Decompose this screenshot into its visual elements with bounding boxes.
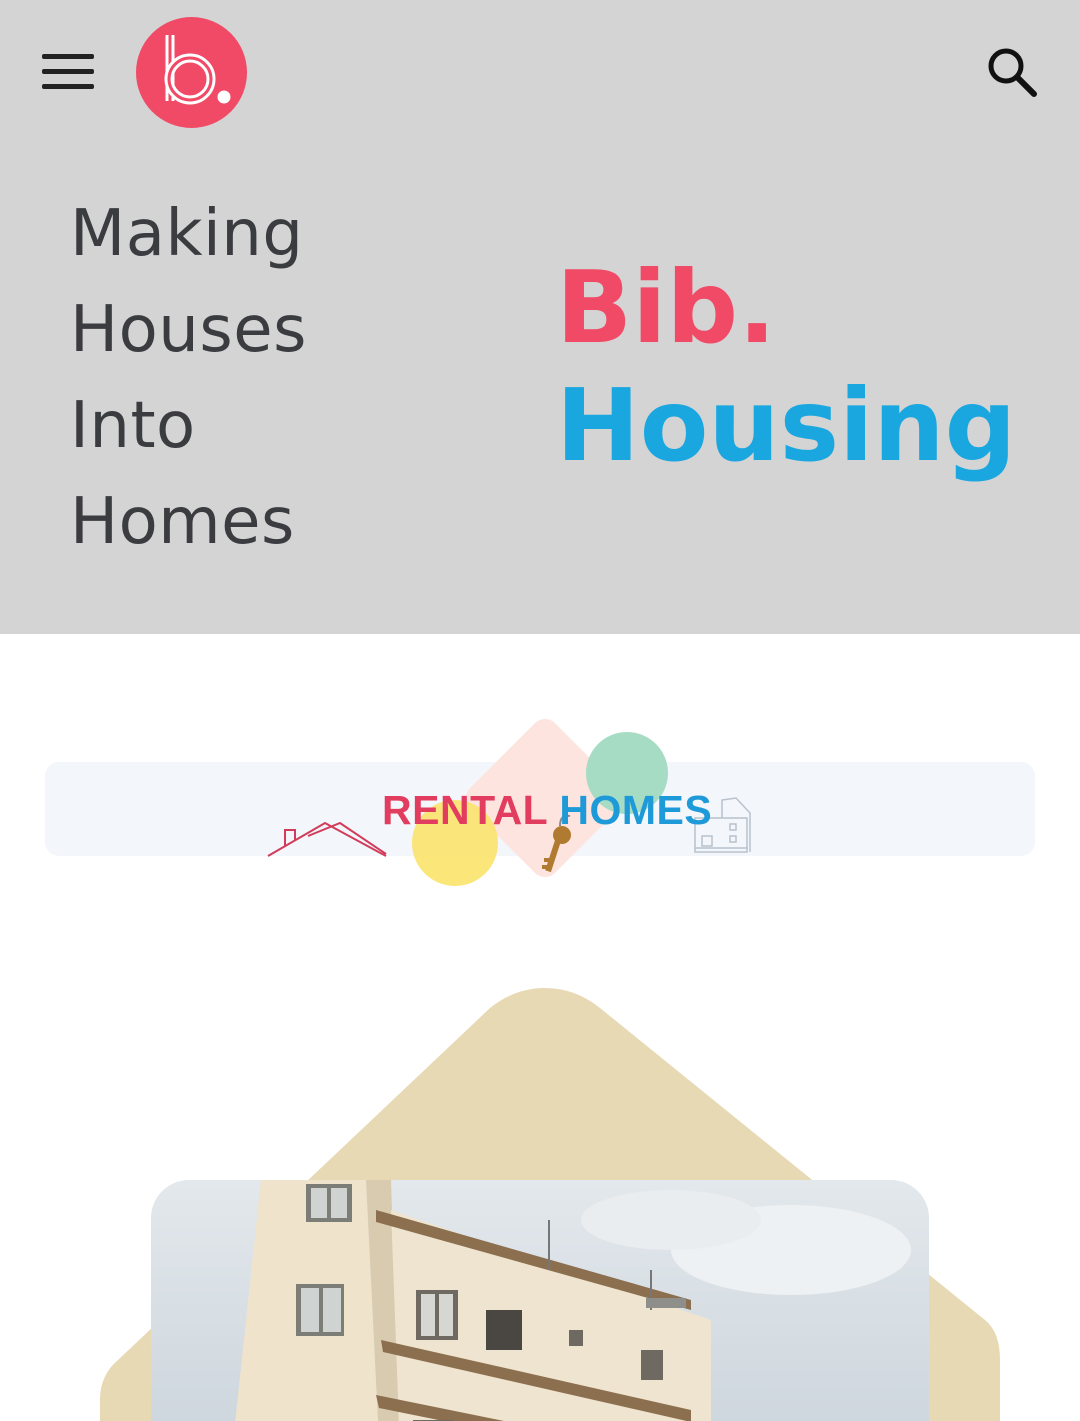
- hamburger-menu-icon[interactable]: [38, 50, 98, 94]
- hero-section: Making Houses Into Homes Bib. Housing: [0, 0, 1080, 634]
- roof-outline-icon: [267, 821, 387, 857]
- tagline-line: Houses: [70, 293, 307, 367]
- apartment-building-image: [151, 1180, 929, 1421]
- banner-title-homes: HOMES: [559, 787, 713, 833]
- brand-name-bib: Bib.: [556, 249, 777, 366]
- page: Making Houses Into Homes Bib. Housing RE…: [0, 0, 1080, 1421]
- tagline-line: Into: [70, 389, 196, 463]
- banner-title: RENTAL HOMES: [382, 786, 712, 834]
- property-photo[interactable]: [151, 1180, 929, 1421]
- hero-tagline: Making Houses Into Homes: [70, 186, 490, 570]
- tagline-line: Making: [70, 197, 304, 271]
- logo-mark: [164, 35, 231, 105]
- tagline-line: Homes: [70, 485, 295, 559]
- search-icon[interactable]: [984, 44, 1040, 100]
- logo[interactable]: [136, 17, 247, 128]
- banner-title-rental: RENTAL: [382, 787, 548, 833]
- brand-name-housing: Housing: [556, 367, 1017, 484]
